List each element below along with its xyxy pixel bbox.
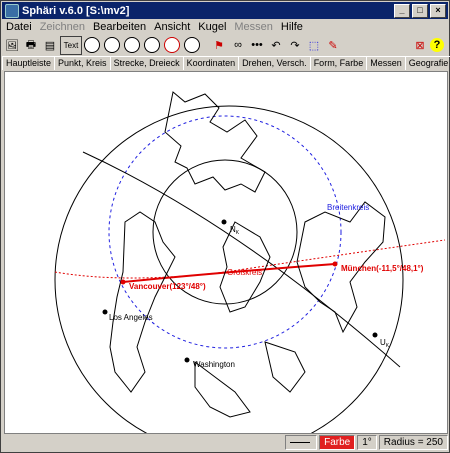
app-icon	[5, 3, 19, 18]
menu-hilfe[interactable]: Hilfe	[277, 21, 307, 33]
close-doc-icon[interactable]: ⊠	[411, 37, 429, 54]
select-icon[interactable]: ⬚	[305, 37, 323, 54]
sphere-5-icon[interactable]	[164, 37, 180, 53]
settings-icon[interactable]: ✎	[324, 37, 342, 54]
close-button[interactable]: ×	[430, 3, 446, 18]
menu-zeichnen[interactable]: Zeichnen	[36, 21, 89, 33]
menu-bar: Datei Zeichnen Bearbeiten Ansicht Kugel …	[2, 19, 448, 35]
tab-punkt-kreis[interactable]: Punkt, Kreis	[54, 56, 111, 70]
sphere-6-icon[interactable]	[184, 37, 200, 53]
status-bar: Farbe 1° Radius = 250	[2, 434, 448, 451]
coastline-americas	[109, 211, 176, 393]
pin-icon[interactable]: ⚑	[210, 37, 228, 54]
menu-bearbeiten[interactable]: Bearbeiten	[89, 21, 150, 33]
text-tool-icon[interactable]: Text	[60, 35, 82, 55]
tab-geografie[interactable]: Geografie	[404, 56, 450, 70]
coastline-atlantic-island	[264, 341, 306, 393]
label-vancouver: Vancouver(123°/48°)	[129, 282, 206, 291]
help-label: ?	[433, 39, 441, 51]
coastline-greenland	[219, 221, 271, 313]
tab-hauptleiste[interactable]: Hauptleiste	[2, 56, 56, 70]
sphere-canvas[interactable]: NK UK Breitenkreis Großkreis Vancouver(1…	[4, 71, 448, 434]
open-icon[interactable]: 🖼	[3, 37, 21, 54]
curve-icon[interactable]: ∞	[229, 37, 247, 54]
label-washington: Washington	[193, 360, 235, 369]
line-style-indicator	[285, 435, 318, 450]
coastline-south	[194, 361, 251, 418]
label-point-n: NK	[230, 225, 240, 236]
label-grosskreis: Großkreis	[227, 268, 262, 277]
point-vancouver[interactable]	[120, 279, 126, 285]
label-breitenkreis: Breitenkreis	[327, 203, 369, 212]
toolbar: 🖼 🖶 ▤ Text ⚑ ∞ ••• ↶ ↷ ⬚ ✎ ⊠ ?	[2, 35, 448, 55]
dots-icon[interactable]: •••	[248, 37, 266, 54]
tab-strip: Hauptleiste Punkt, Kreis Strecke, Dreiec…	[2, 56, 450, 70]
text-tool-label: Text	[63, 40, 79, 50]
help-icon[interactable]: ?	[430, 38, 444, 52]
undo-icon[interactable]: ↶	[267, 37, 285, 54]
sphere-1-icon[interactable]	[84, 37, 100, 53]
title-bar: Sphäri v.6.0 [S:\mv2] _ □ ×	[2, 2, 448, 19]
maximize-button[interactable]: □	[412, 3, 428, 18]
menu-ansicht[interactable]: Ansicht	[150, 21, 194, 33]
label-muenchen: München(-11,5°/48,1°)	[341, 264, 424, 273]
point-los-angeles[interactable]	[102, 309, 108, 315]
tab-form-farbe[interactable]: Form, Farbe	[309, 56, 368, 70]
sphere-4-icon[interactable]	[144, 37, 160, 53]
radius-indicator: Radius = 250	[378, 435, 448, 450]
sphere-2-icon[interactable]	[104, 37, 120, 53]
point-muenchen[interactable]	[332, 261, 338, 267]
point-n[interactable]	[221, 219, 227, 225]
angle-indicator: 1°	[357, 435, 377, 450]
point-u[interactable]	[372, 332, 378, 338]
point-washington[interactable]	[184, 357, 190, 363]
tab-strecke-dreieck[interactable]: Strecke, Dreieck	[109, 56, 184, 70]
minimize-button[interactable]: _	[394, 3, 410, 18]
tab-koordinaten[interactable]: Koordinaten	[182, 56, 240, 70]
label-point-u: UK	[380, 338, 390, 349]
print-icon[interactable]: 🖶	[22, 37, 40, 54]
sphere-3-icon[interactable]	[124, 37, 140, 53]
print-preview-icon[interactable]: ▤	[41, 37, 59, 54]
color-indicator[interactable]: Farbe	[319, 435, 356, 450]
label-los-angeles: Los Angeles	[109, 313, 153, 322]
toolbar-separator	[203, 37, 209, 54]
menu-kugel[interactable]: Kugel	[194, 21, 230, 33]
window-title: Sphäri v.6.0 [S:\mv2]	[22, 4, 130, 17]
menu-datei[interactable]: Datei	[2, 21, 36, 33]
tab-messen[interactable]: Messen	[366, 56, 406, 70]
app-window: Sphäri v.6.0 [S:\mv2] _ □ × Datei Zeichn…	[0, 0, 450, 453]
sphere-drawing[interactable]: NK UK Breitenkreis Großkreis Vancouver(1…	[5, 72, 447, 433]
redo-icon[interactable]: ↷	[286, 37, 304, 54]
tab-drehen-versch[interactable]: Drehen, Versch.	[238, 56, 311, 70]
menu-messen[interactable]: Messen	[230, 21, 277, 33]
